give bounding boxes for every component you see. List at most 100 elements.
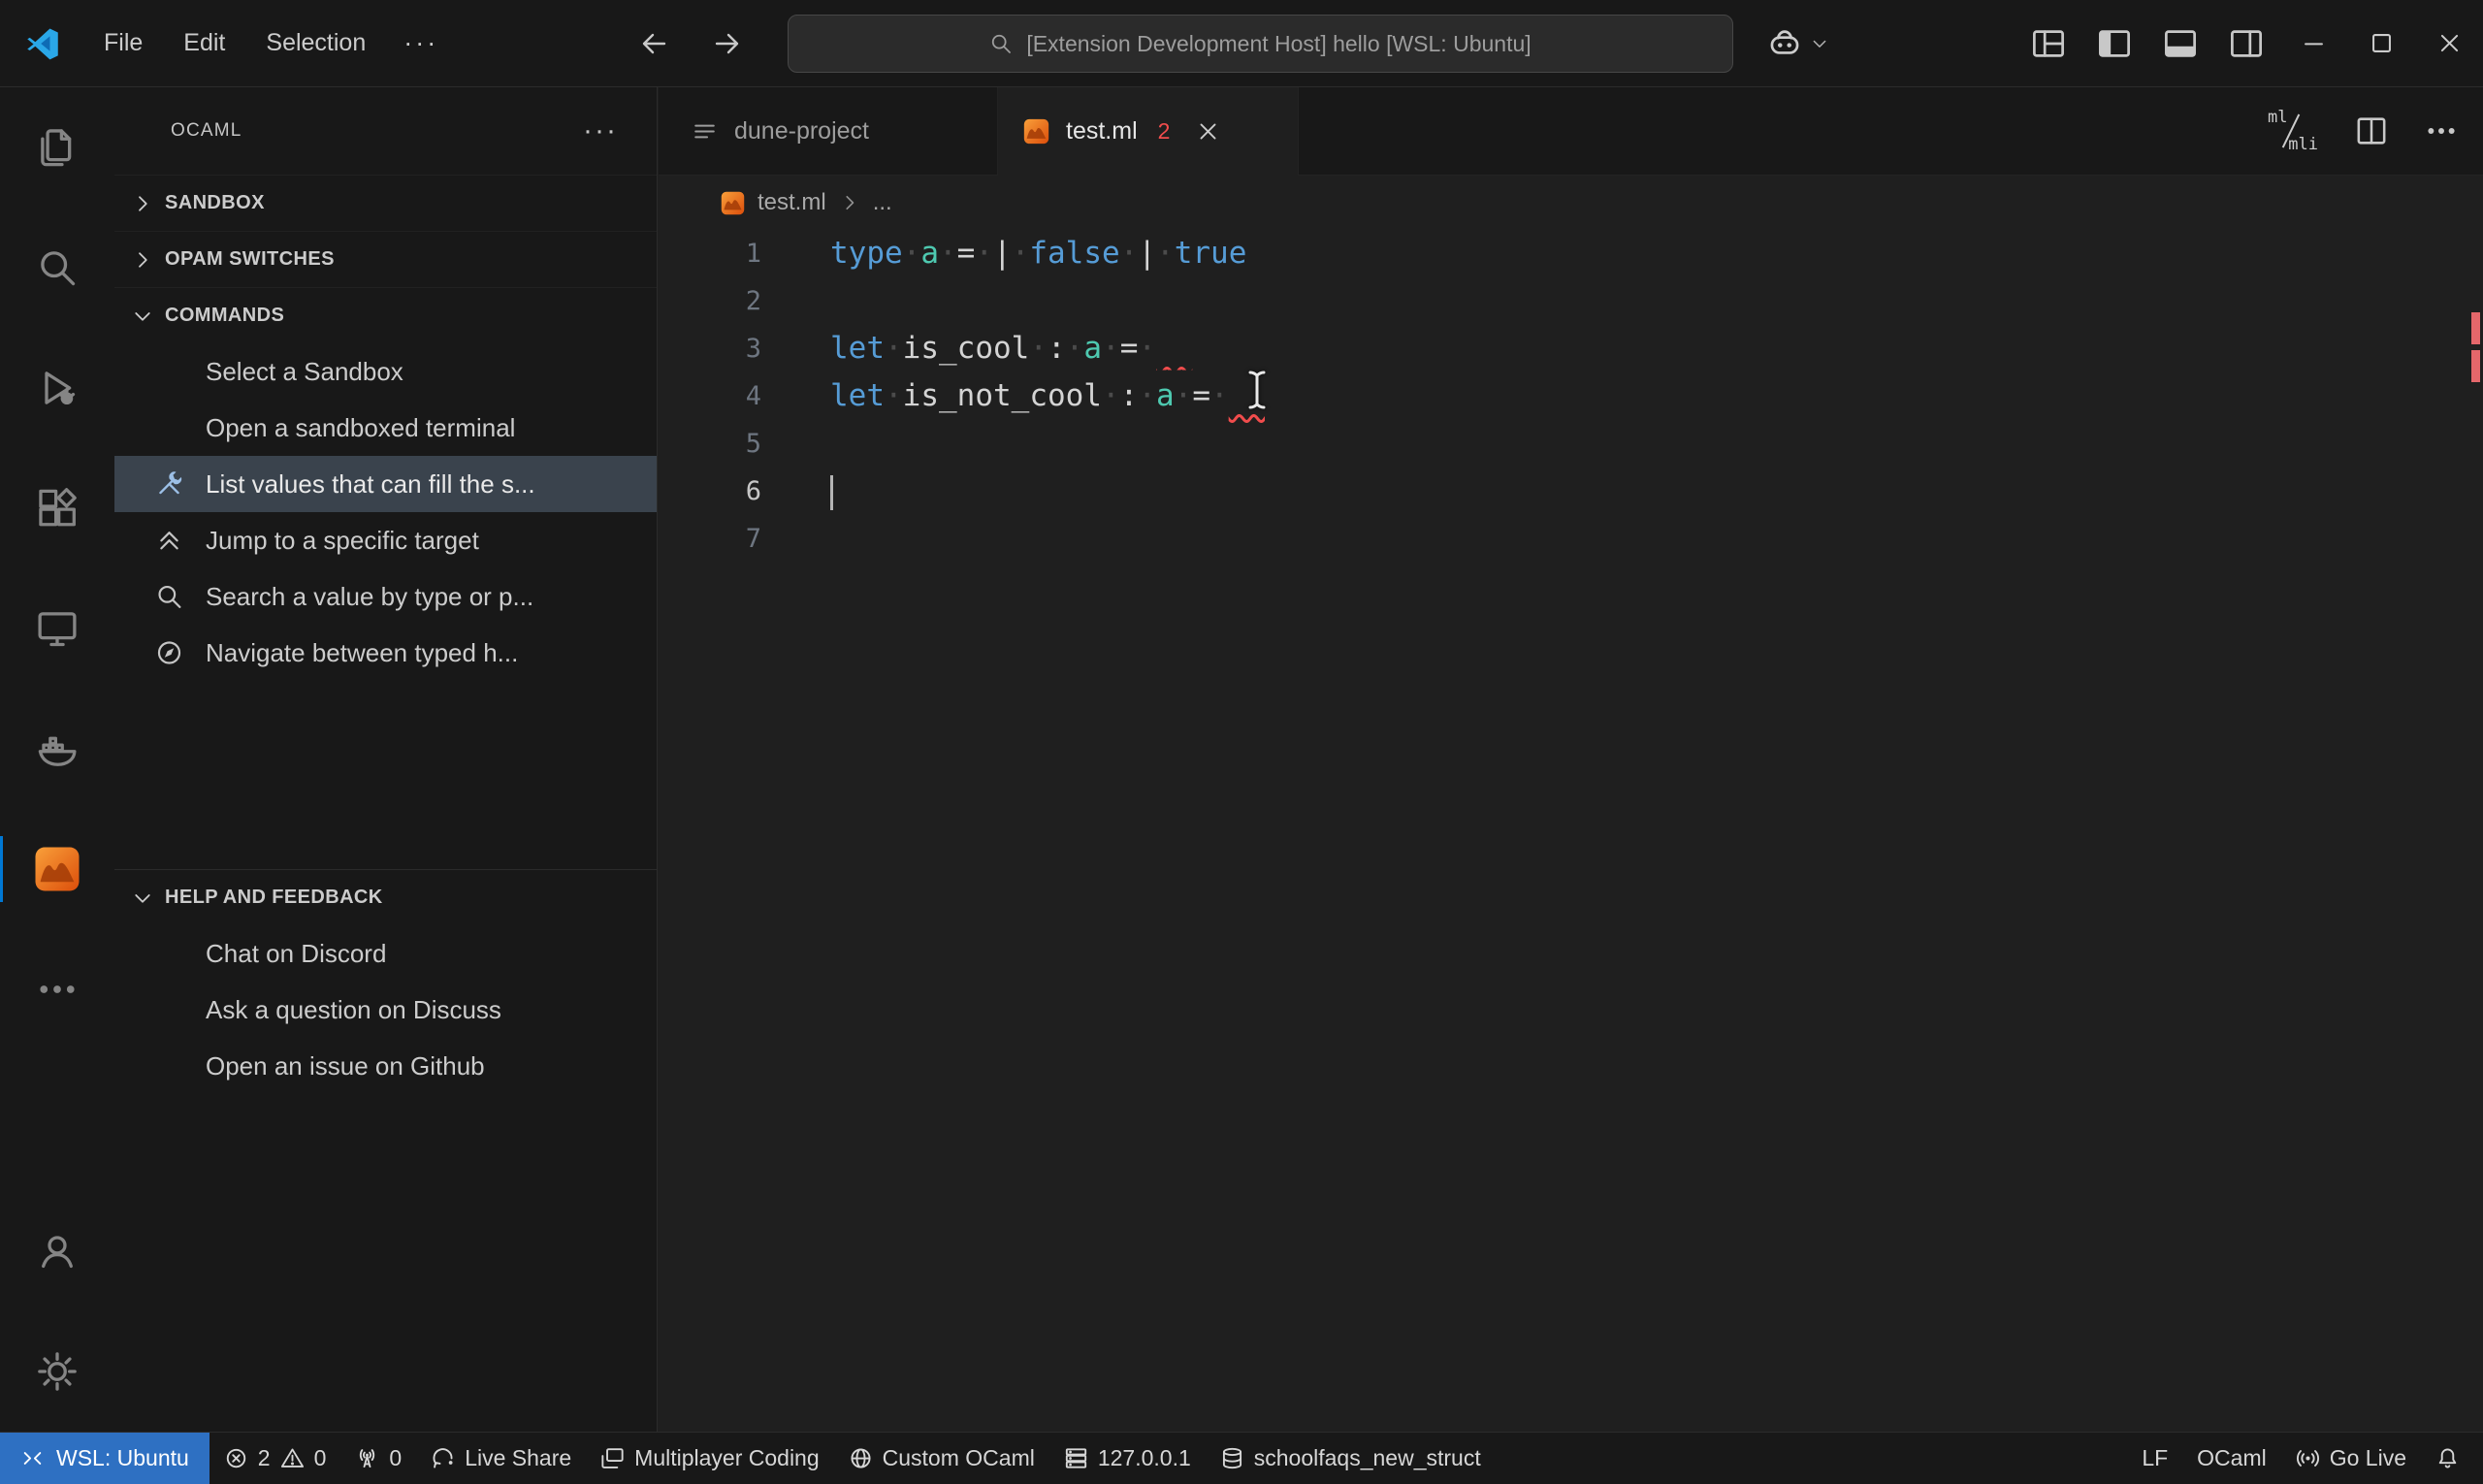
breadcrumb-symbol[interactable]: ... xyxy=(873,189,892,216)
tree-item-jump-to-a-specific-target[interactable]: Jump to a specific target xyxy=(114,512,657,568)
tree-item-label: Open a sandboxed terminal xyxy=(206,412,516,442)
status-language-mode[interactable]: OCaml xyxy=(2182,1433,2281,1484)
activity-item-docker[interactable] xyxy=(0,689,114,809)
ellipsis-icon xyxy=(36,968,79,1011)
back-button[interactable] xyxy=(638,28,669,59)
sidebar-title: OCAML xyxy=(171,120,242,141)
tree-item-select-a-sandbox[interactable]: Select a Sandbox xyxy=(114,343,657,400)
status-server-address[interactable]: 127.0.0.1 xyxy=(1049,1433,1206,1484)
tab-label: test.ml xyxy=(1066,116,1138,145)
activity-item-more-views[interactable] xyxy=(0,929,114,1049)
status-database[interactable]: schoolfaqs_new_struct xyxy=(1206,1433,1496,1484)
breadcrumb-file[interactable]: test.ml xyxy=(758,189,826,216)
debug-icon xyxy=(36,367,79,409)
status-text: schoolfaqs_new_struct xyxy=(1253,1445,1481,1470)
section-sandbox[interactable]: SANDBOX xyxy=(114,175,657,231)
status-text: 0 xyxy=(313,1445,327,1470)
sidebar-more-actions-button[interactable]: ··· xyxy=(583,116,618,145)
code-line-3[interactable]: 3 let·is_cool·:·a·=· xyxy=(659,325,2469,372)
close-button[interactable] xyxy=(2415,0,2483,86)
code-line-4[interactable]: 4 let·is_not_cool·:·a·=· xyxy=(659,372,2469,420)
line-number: 6 xyxy=(745,476,761,506)
search-icon xyxy=(989,32,1013,55)
tree-item-open-an-issue-on-github[interactable]: Open an issue on Github xyxy=(114,1038,657,1094)
window-title: [Extension Development Host] hello [WSL:… xyxy=(1026,30,1532,56)
menu-more-button[interactable]: ··· xyxy=(386,28,456,58)
status-remote[interactable]: WSL: Ubuntu xyxy=(0,1433,210,1484)
window-icon xyxy=(600,1446,625,1470)
tab-test-ml[interactable]: test.ml 2 xyxy=(998,87,1299,176)
history-navigation xyxy=(638,0,743,87)
menu-edit[interactable]: Edit xyxy=(163,15,245,73)
status-ports[interactable]: 0 xyxy=(340,1433,416,1484)
status-live-share[interactable]: Live Share xyxy=(416,1433,586,1484)
breadcrumb: test.ml ... xyxy=(659,176,2483,230)
status-go-live[interactable]: Go Live xyxy=(2281,1433,2421,1484)
tab-dune-project[interactable]: dune-project xyxy=(659,87,998,175)
layout-button[interactable] xyxy=(2031,26,2066,61)
tree-item-label: Jump to a specific target xyxy=(206,525,479,555)
activity-item-search[interactable] xyxy=(0,208,114,328)
error-squiggle xyxy=(1156,331,1192,366)
status-notifications[interactable] xyxy=(2421,1433,2483,1484)
tree-item-label: Select a Sandbox xyxy=(206,356,403,386)
minimize-icon xyxy=(2301,30,2327,56)
line-content: type·a·=·|·false·|·true xyxy=(830,236,1247,271)
status-eol[interactable]: LF xyxy=(2127,1433,2182,1484)
split-editor-button[interactable] xyxy=(2355,114,2388,147)
close-icon xyxy=(2436,30,2463,56)
copilot-menu[interactable] xyxy=(1767,0,1829,87)
layout-sidebar-right-button[interactable] xyxy=(2229,26,2264,61)
activity-item-accounts[interactable] xyxy=(0,1191,114,1311)
activity-item-settings[interactable] xyxy=(0,1311,114,1432)
tree-item-list-values-that-can-fill-the-s[interactable]: List values that can fill the s... xyxy=(114,456,657,512)
editor-more-actions-button[interactable] xyxy=(2425,114,2458,147)
code-line-1[interactable]: 1 type·a·=·|·false·|·true xyxy=(659,230,2469,277)
line-content xyxy=(761,468,833,515)
maximize-button[interactable] xyxy=(2347,0,2415,86)
section-help-and-feedback[interactable]: HELP AND FEEDBACK xyxy=(114,869,657,925)
copilot-icon xyxy=(1767,26,1802,61)
activity-item-ocaml-platform[interactable] xyxy=(0,809,114,929)
minimize-button[interactable] xyxy=(2279,0,2347,86)
section-commands[interactable]: COMMANDS xyxy=(114,287,657,343)
search-icon xyxy=(155,583,183,611)
ml-mli-switch-button[interactable]: ml mli xyxy=(2266,107,2318,155)
status-custom-ocaml[interactable]: Custom OCaml xyxy=(834,1433,1049,1484)
forward-button[interactable] xyxy=(712,28,743,59)
status-problems[interactable]: 20 xyxy=(210,1433,341,1484)
globe-icon xyxy=(849,1446,873,1470)
code-line-6[interactable]: 6 xyxy=(659,468,2469,515)
line-number: 2 xyxy=(745,286,761,316)
activity-item-run-and-debug[interactable] xyxy=(0,328,114,448)
tab-close-button[interactable] xyxy=(1196,119,1220,144)
tree-item-open-a-sandboxed-terminal[interactable]: Open a sandboxed terminal xyxy=(114,400,657,456)
command-center[interactable]: [Extension Development Host] hello [WSL:… xyxy=(788,15,1733,73)
status-text: Custom OCaml xyxy=(882,1445,1035,1470)
tree-item-label: Chat on Discord xyxy=(206,938,387,968)
error-icon xyxy=(224,1446,248,1470)
line-content xyxy=(761,515,830,563)
tree-item-navigate-between-typed-h[interactable]: Navigate between typed h... xyxy=(114,625,657,681)
menu-file[interactable]: File xyxy=(83,15,163,73)
layout-sidebar-left-button[interactable] xyxy=(2097,26,2132,61)
code-line-7[interactable]: 7 xyxy=(659,515,2469,563)
activity-item-remote-explorer[interactable] xyxy=(0,568,114,689)
section-opam-switches[interactable]: OPAM SWITCHES xyxy=(114,231,657,287)
activity-item-extensions[interactable] xyxy=(0,448,114,568)
editor-code-area[interactable]: 1 type·a·=·|·false·|·true 2 3 let·is_cool·:·… xyxy=(659,230,2469,1432)
code-line-2[interactable]: 2 xyxy=(659,277,2469,325)
tree-item-ask-a-question-on-discuss[interactable]: Ask a question on Discuss xyxy=(114,982,657,1038)
menu-selection[interactable]: Selection xyxy=(245,15,386,73)
tree-item-search-a-value-by-type-or-p[interactable]: Search a value by type or p... xyxy=(114,568,657,625)
activity-item-explorer[interactable] xyxy=(0,87,114,208)
status-multiplayer-coding[interactable]: Multiplayer Coding xyxy=(586,1433,833,1484)
section-label: HELP AND FEEDBACK xyxy=(165,887,383,908)
tree-item-chat-on-discord[interactable]: Chat on Discord xyxy=(114,925,657,982)
layout-panel-button[interactable] xyxy=(2163,26,2198,61)
tree-item-label: Search a value by type or p... xyxy=(206,581,534,611)
live-share-icon xyxy=(431,1446,455,1470)
section-label: COMMANDS xyxy=(165,305,285,326)
status-text: Go Live xyxy=(2329,1445,2406,1470)
code-line-5[interactable]: 5 xyxy=(659,420,2469,468)
